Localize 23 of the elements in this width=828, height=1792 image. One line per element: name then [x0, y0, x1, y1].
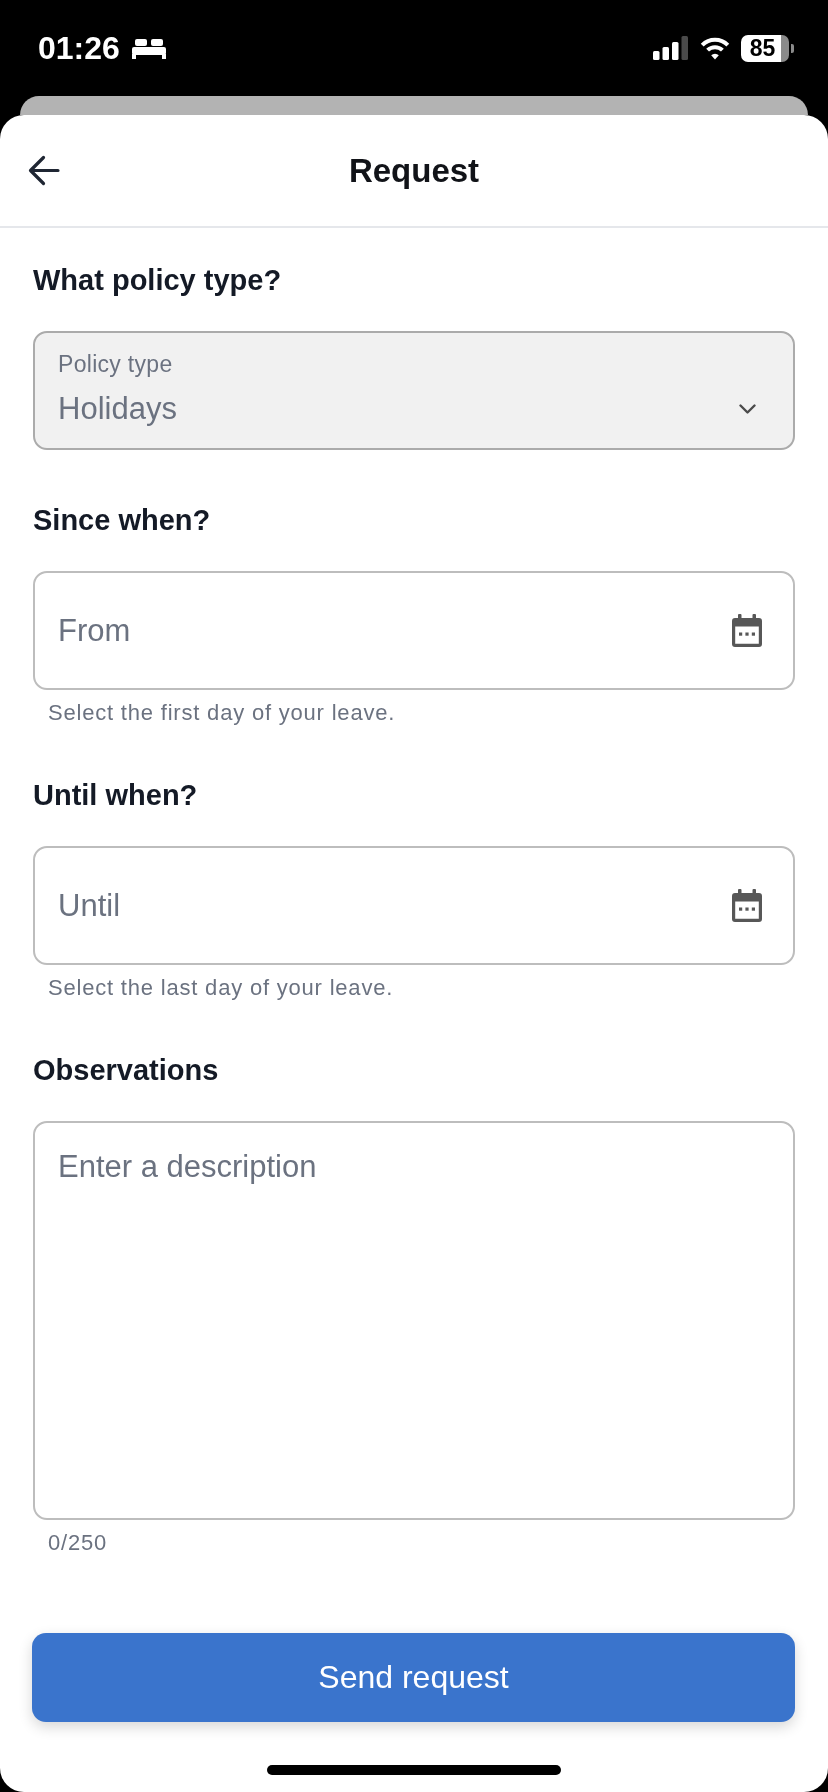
character-counter: 0/250 [47, 1531, 109, 1555]
policy-type-select[interactable]: Policy type Holidays [33, 331, 795, 450]
description-field[interactable]: Enter a description [33, 1121, 795, 1520]
calendar-icon [732, 614, 762, 647]
question-label: Since when? [33, 504, 212, 536]
page-title: Request [348, 151, 480, 190]
question-label: Observations [33, 1054, 220, 1086]
chevron-down-icon [739, 404, 756, 414]
arrow-left-icon [28, 155, 60, 186]
wifi-icon [699, 36, 731, 60]
bed-icon [131, 37, 166, 59]
send-request-button[interactable]: Send request [32, 1633, 795, 1722]
calendar-icon [732, 889, 762, 922]
question-label: What policy type? [33, 264, 283, 296]
date-field[interactable]: From [33, 571, 795, 690]
date-field[interactable]: Until [33, 846, 795, 965]
back-button[interactable] [26, 153, 62, 188]
question-label: Until when? [33, 779, 199, 811]
battery-indicator: 85 [741, 34, 794, 62]
status-time: 01:26 [38, 30, 120, 66]
helper-text: Select the first day of your leave. [47, 701, 397, 725]
signal-icon [653, 36, 689, 60]
helper-text: Select the last day of your leave. [47, 976, 395, 1000]
